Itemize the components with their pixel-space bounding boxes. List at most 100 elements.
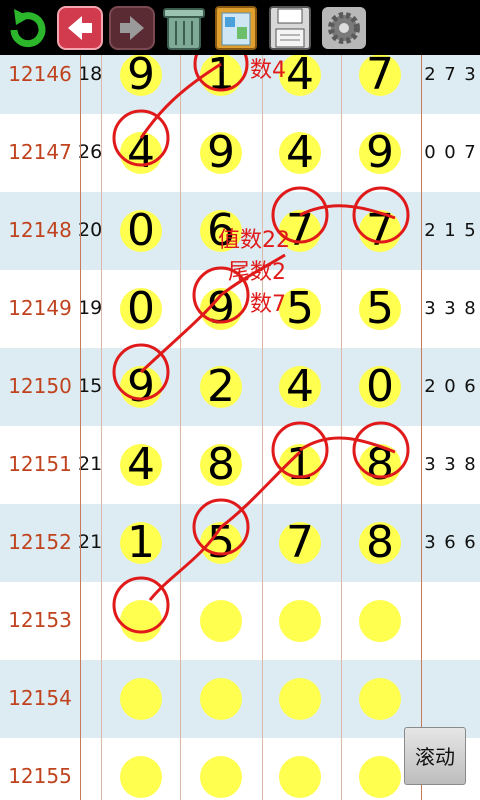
back-arrow-icon (57, 6, 103, 50)
digit-value: 4 (127, 439, 155, 490)
tail-value: 0 (444, 376, 456, 397)
digit-value: 8 (207, 439, 235, 490)
sum-value: 19 (78, 297, 103, 319)
forward-arrow-icon (109, 6, 155, 50)
tail-value: 7 (464, 142, 476, 163)
tail-value: 0 (444, 142, 456, 163)
sum-value: 21 (78, 531, 103, 553)
tail-value: 2 (424, 220, 436, 241)
digit-circle[interactable] (120, 678, 162, 720)
gear-icon (322, 7, 366, 49)
forward-button[interactable] (108, 3, 156, 53)
digit-value: 1 (286, 439, 314, 490)
annotation-text-tail-count: 尾数2 (228, 260, 286, 285)
table-row: 12151 21 4 8 1 8 3 3 8 (0, 426, 480, 504)
refresh-button[interactable] (4, 3, 52, 53)
tail-value: 2 (424, 376, 436, 397)
column-divider (262, 55, 263, 800)
settings-button[interactable] (320, 3, 368, 53)
sum-value: 21 (78, 453, 103, 475)
digit-circle[interactable] (279, 600, 321, 642)
digit-value: 4 (286, 127, 314, 178)
digit-value: 0 (366, 361, 394, 412)
digit-value: 4 (127, 127, 155, 178)
column-divider (80, 55, 81, 800)
sum-value: 15 (78, 375, 103, 397)
digit-value: 5 (207, 517, 235, 568)
tail-value: 3 (464, 64, 476, 85)
sum-value: 20 (78, 219, 103, 241)
lottery-grid[interactable]: 12146 18 9 1 4 7 2 7 3 12147 26 4 9 4 9 0 0 7 12148 20 0 6 7 7 2… (0, 55, 480, 800)
digit-circle[interactable] (200, 756, 242, 798)
tail-value: 3 (424, 454, 436, 475)
table-row: 12150 15 9 2 4 0 2 0 6 (0, 348, 480, 426)
table-row: 12153 (0, 582, 480, 660)
digit-circle[interactable] (279, 678, 321, 720)
issue-number: 12149 (8, 296, 72, 320)
sum-value: 26 (78, 141, 103, 163)
tail-value: 2 (424, 64, 436, 85)
digit-circle[interactable] (200, 678, 242, 720)
tail-value: 8 (464, 298, 476, 319)
digit-value: 7 (366, 55, 394, 100)
tail-value: 5 (464, 220, 476, 241)
digit-circle[interactable] (359, 678, 401, 720)
issue-number: 12146 (8, 62, 72, 86)
save-button[interactable] (266, 3, 314, 53)
table-row: 12152 21 1 5 7 8 3 6 6 (0, 504, 480, 582)
digit-circle[interactable] (120, 600, 162, 642)
digit-circle[interactable] (120, 756, 162, 798)
digit-value: 9 (366, 127, 394, 178)
save-disk-icon (269, 6, 311, 50)
issue-number: 12150 (8, 374, 72, 398)
issue-number: 12148 (8, 218, 72, 242)
digit-value: 7 (286, 517, 314, 568)
digit-value: 9 (207, 283, 235, 334)
digit-circle[interactable] (359, 756, 401, 798)
scroll-button[interactable]: 滚动 (404, 727, 466, 785)
tail-value: 6 (444, 532, 456, 553)
annotation-text-value-count: 值数22 (218, 228, 290, 253)
issue-number: 12154 (8, 686, 72, 710)
sum-value: 18 (78, 63, 103, 85)
tail-value: 0 (424, 142, 436, 163)
issue-number: 12153 (8, 608, 72, 632)
issue-number: 12147 (8, 140, 72, 164)
tail-value: 1 (444, 220, 456, 241)
toolbar (0, 0, 480, 55)
digit-value: 0 (127, 205, 155, 256)
tail-value: 3 (424, 298, 436, 319)
tail-value: 3 (424, 532, 436, 553)
column-divider (341, 55, 342, 800)
clipboard-icon (215, 6, 257, 50)
trash-icon (163, 8, 205, 50)
digit-value: 1 (127, 517, 155, 568)
digit-value: 4 (286, 361, 314, 412)
digit-value: 8 (366, 517, 394, 568)
digit-value: 9 (127, 361, 155, 412)
column-divider (101, 55, 102, 800)
annotation-text-top: 数4 (250, 58, 286, 83)
tail-value: 6 (464, 532, 476, 553)
back-button[interactable] (56, 3, 104, 53)
issue-number: 12155 (8, 764, 72, 788)
tail-value: 8 (464, 454, 476, 475)
digit-value: 1 (207, 55, 235, 100)
issue-number: 12151 (8, 452, 72, 476)
column-divider (180, 55, 181, 800)
clipboard-button[interactable] (212, 3, 260, 53)
issue-number: 12152 (8, 530, 72, 554)
tail-value: 3 (444, 454, 456, 475)
table-row: 12146 18 9 1 4 7 2 7 3 (0, 55, 480, 114)
digit-value: 8 (366, 439, 394, 490)
digit-circle[interactable] (279, 756, 321, 798)
digit-value: 2 (207, 361, 235, 412)
column-divider (421, 55, 422, 800)
digit-circle[interactable] (359, 600, 401, 642)
tail-value: 6 (464, 376, 476, 397)
trash-button[interactable] (160, 3, 208, 53)
digit-circle[interactable] (200, 600, 242, 642)
refresh-icon (10, 9, 46, 48)
digit-value: 7 (366, 205, 394, 256)
digit-value: 9 (207, 127, 235, 178)
